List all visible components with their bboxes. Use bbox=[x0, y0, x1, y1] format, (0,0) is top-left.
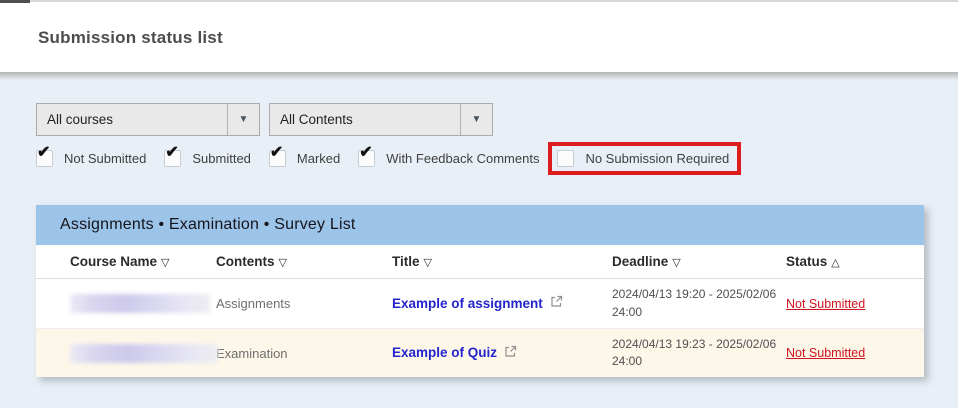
assignment-title-link[interactable]: Example of assignment bbox=[392, 295, 563, 311]
filter-checkbox-no-submission-required[interactable]: ✔ No Submission Required bbox=[557, 150, 729, 167]
checkbox-label: Marked bbox=[297, 151, 340, 166]
filter-checkbox-submitted[interactable]: ✔ Submitted bbox=[164, 150, 251, 167]
course-filter-select[interactable]: All courses ▼ bbox=[36, 103, 260, 136]
redacted-course-name bbox=[70, 294, 210, 313]
filter-checkbox-marked[interactable]: ✔ Marked bbox=[269, 150, 340, 167]
checkbox-unchecked-icon[interactable]: ✔ bbox=[557, 150, 574, 167]
column-header-course-name[interactable]: Course Name▽ bbox=[36, 254, 216, 269]
contents-cell: Assignments bbox=[216, 296, 392, 311]
contents-filter-select[interactable]: All Contents ▼ bbox=[269, 103, 493, 136]
table-title: Assignments • Examination • Survey List bbox=[36, 205, 924, 245]
table-row: Assignments Example of assignment 2024/0… bbox=[36, 279, 924, 329]
contents-cell: Examination bbox=[216, 346, 392, 361]
filter-selects: All courses ▼ All Contents ▼ bbox=[36, 103, 493, 136]
page-title: Submission status list bbox=[0, 2, 958, 48]
chevron-down-icon: ▼ bbox=[460, 104, 492, 135]
title-cell: Example of Quiz bbox=[392, 344, 612, 362]
status-not-submitted-link[interactable]: Not Submitted bbox=[786, 297, 865, 311]
course-name-cell bbox=[36, 294, 216, 313]
sort-desc-icon: ▽ bbox=[672, 257, 680, 269]
status-cell: Not Submitted bbox=[786, 295, 924, 313]
checkbox-label: No Submission Required bbox=[585, 151, 729, 166]
checkbox-checked-icon[interactable]: ✔ bbox=[358, 150, 375, 167]
status-not-submitted-link[interactable]: Not Submitted bbox=[786, 346, 865, 360]
redacted-course-name bbox=[70, 344, 218, 363]
column-header-status[interactable]: Status△ bbox=[786, 254, 924, 269]
chevron-down-icon: ▼ bbox=[227, 104, 259, 135]
external-link-icon bbox=[504, 345, 517, 361]
header-divider bbox=[0, 72, 958, 80]
status-cell: Not Submitted bbox=[786, 344, 924, 362]
quiz-title-link[interactable]: Example of Quiz bbox=[392, 345, 517, 361]
checkbox-label: With Feedback Comments bbox=[386, 151, 539, 166]
table-header-row: Course Name▽ Contents▽ Title▽ Deadline▽ … bbox=[36, 245, 924, 279]
course-filter-value: All courses bbox=[37, 112, 227, 127]
external-link-icon bbox=[550, 295, 563, 311]
checkbox-label: Not Submitted bbox=[64, 151, 146, 166]
top-corner-mark bbox=[0, 0, 30, 3]
column-header-contents[interactable]: Contents▽ bbox=[216, 254, 392, 269]
highlight-annotation-box: ✔ No Submission Required bbox=[548, 142, 741, 175]
checkbox-checked-icon[interactable]: ✔ bbox=[269, 150, 286, 167]
filter-checkbox-with-feedback-comments[interactable]: ✔ With Feedback Comments bbox=[358, 150, 539, 167]
sort-desc-icon: ▽ bbox=[424, 257, 432, 269]
table-row: Examination Example of Quiz 2024/04/13 1… bbox=[36, 329, 924, 377]
deadline-cell: 2024/04/13 19:20 - 2025/02/06 24:00 bbox=[612, 286, 788, 321]
checkbox-label: Submitted bbox=[192, 151, 251, 166]
main-content: All courses ▼ All Contents ▼ ✔ Not Submi… bbox=[0, 80, 958, 408]
filter-checkbox-not-submitted[interactable]: ✔ Not Submitted bbox=[36, 150, 146, 167]
sort-desc-icon: ▽ bbox=[279, 257, 287, 269]
checkbox-checked-icon[interactable]: ✔ bbox=[164, 150, 181, 167]
sort-asc-icon: △ bbox=[831, 257, 839, 269]
column-header-deadline[interactable]: Deadline▽ bbox=[612, 254, 786, 269]
deadline-cell: 2024/04/13 19:23 - 2025/02/06 24:00 bbox=[612, 336, 788, 371]
page-header: Submission status list bbox=[0, 2, 958, 72]
contents-filter-value: All Contents bbox=[270, 112, 460, 127]
column-header-title[interactable]: Title▽ bbox=[392, 254, 612, 269]
filter-checkboxes: ✔ Not Submitted ✔ Submitted ✔ Marked ✔ W… bbox=[36, 142, 741, 175]
top-border bbox=[0, 0, 958, 2]
submission-table: Assignments • Examination • Survey List … bbox=[36, 205, 924, 377]
title-cell: Example of assignment bbox=[392, 295, 612, 313]
sort-desc-icon: ▽ bbox=[161, 257, 169, 269]
course-name-cell bbox=[36, 344, 216, 363]
checkbox-checked-icon[interactable]: ✔ bbox=[36, 150, 53, 167]
